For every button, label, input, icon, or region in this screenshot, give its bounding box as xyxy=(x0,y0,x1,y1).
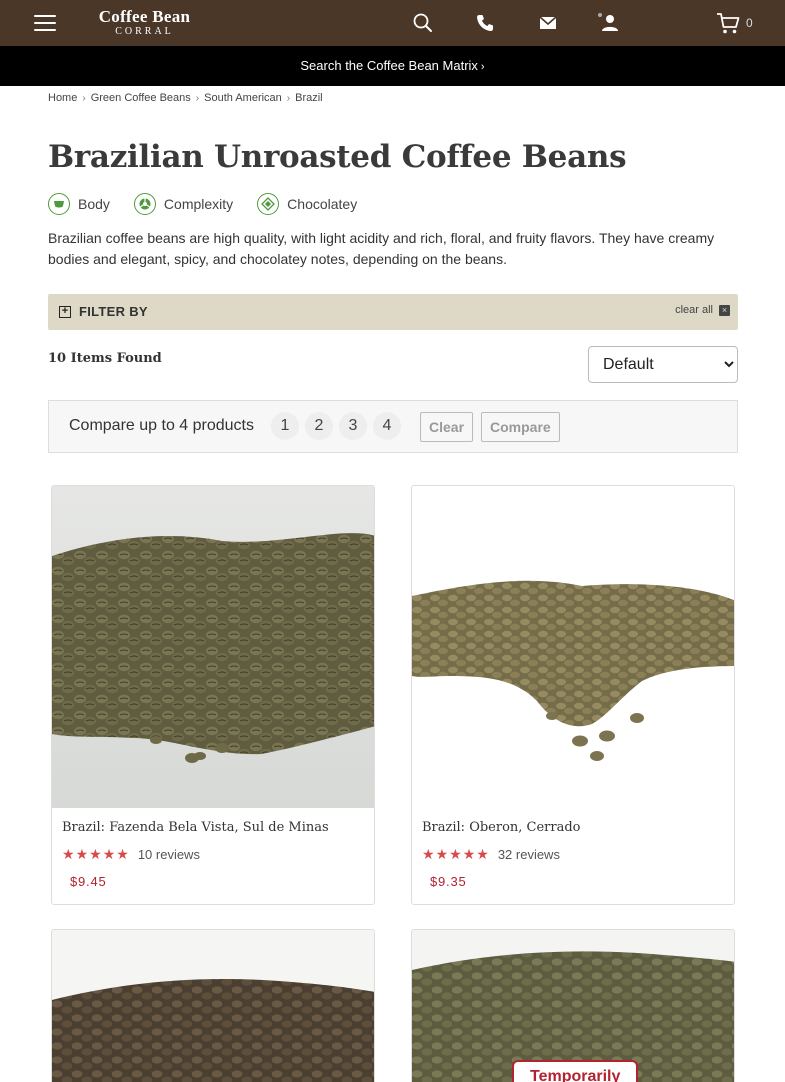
rating-stars: ★ ★ ★ ★ ★ 32 reviews xyxy=(422,846,560,863)
mail-icon[interactable] xyxy=(537,12,559,34)
product-card[interactable]: Brazil: Fazenda Bela Vista, Sul de Minas… xyxy=(51,485,375,905)
chevron-right-icon: › xyxy=(82,92,86,104)
product-price: $9.45 xyxy=(70,874,107,889)
review-count[interactable]: 32 reviews xyxy=(498,847,560,862)
flavor-chocolatey: Chocolatey xyxy=(257,193,357,215)
product-card[interactable]: Brazil: Oberon, Cerrado ★ ★ ★ ★ ★ 32 reviews… xyxy=(411,485,735,905)
product-name[interactable]: Brazil: Fazenda Bela Vista, Sul de Minas xyxy=(62,820,329,835)
matrix-label: Search the Coffee Bean Matrix xyxy=(300,58,478,73)
star-icon: ★ xyxy=(116,846,129,862)
star-icon: ★ xyxy=(476,846,489,862)
star-icon: ★ xyxy=(89,846,102,862)
review-count[interactable]: 10 reviews xyxy=(138,847,200,862)
cup-icon xyxy=(48,193,70,215)
green-beans-image xyxy=(412,486,734,808)
clear-all-filters[interactable]: clear all × xyxy=(675,304,730,316)
clear-all-label: clear all xyxy=(675,304,713,316)
close-icon: × xyxy=(719,304,730,316)
stock-status-badge: Temporarily xyxy=(512,1060,639,1082)
chevron-right-icon: › xyxy=(195,92,200,104)
green-beans-image xyxy=(52,930,374,1082)
compare-slot-3[interactable]: 3 xyxy=(339,412,367,440)
product-name[interactable]: Brazil: Oberon, Cerrado xyxy=(422,820,581,835)
flavor-body: Body xyxy=(48,193,110,215)
product-image[interactable] xyxy=(52,486,374,808)
product-image[interactable]: Temporarily xyxy=(412,930,734,1082)
compare-slot-1[interactable]: 1 xyxy=(271,412,299,440)
compare-slot-2[interactable]: 2 xyxy=(305,412,333,440)
compare-panel: Compare up to 4 products 1 2 3 4 Clear C… xyxy=(48,400,738,453)
coffee-matrix-link[interactable]: Search the Coffee Bean Matrix › xyxy=(0,46,785,86)
sort-select[interactable]: Default xyxy=(588,346,738,383)
star-icon: ★ xyxy=(435,846,449,862)
chevron-right-icon: › xyxy=(286,92,291,104)
product-card[interactable] xyxy=(51,929,375,1082)
flavor-label: Complexity xyxy=(163,196,234,212)
star-icon: ★ xyxy=(102,846,116,862)
product-price: $9.35 xyxy=(430,874,467,889)
logo-text: Coffee Bean xyxy=(98,7,191,26)
breadcrumb: Home › Green Coffee Beans › South Americ… xyxy=(48,92,323,104)
flavor-label: Chocolatey xyxy=(287,196,358,212)
cart-icon[interactable] xyxy=(715,10,741,36)
items-found-count: 10 Items Found xyxy=(48,351,162,366)
filter-bar[interactable]: + FILTER BY clear all × xyxy=(48,294,738,330)
star-icon: ★ xyxy=(75,846,89,862)
phone-icon[interactable] xyxy=(474,12,496,34)
product-image[interactable] xyxy=(412,486,734,808)
search-icon[interactable] xyxy=(412,12,434,34)
breadcrumb-brazil[interactable]: Brazil xyxy=(295,92,323,104)
account-icon[interactable] xyxy=(597,12,619,34)
breadcrumb-south-american[interactable]: South American xyxy=(204,92,282,104)
star-icon: ★ xyxy=(449,846,462,862)
product-image[interactable] xyxy=(52,930,374,1082)
compare-text: Compare up to 4 products xyxy=(69,417,254,434)
compare-slot-4[interactable]: 4 xyxy=(373,412,401,440)
product-card[interactable]: Temporarily xyxy=(411,929,735,1082)
category-description: Brazilian coffee beans are high quality,… xyxy=(48,230,715,267)
chocolate-icon xyxy=(257,193,280,215)
chevron-right-icon: › xyxy=(480,61,485,73)
site-header: Coffee Bean CORRAL 0 xyxy=(0,0,785,46)
flavor-profile: Body Complexity Chocolatey xyxy=(48,193,381,215)
star-icon: ★ xyxy=(62,846,75,862)
cart-count: 0 xyxy=(746,16,753,30)
site-logo[interactable]: Coffee Bean CORRAL xyxy=(92,8,197,37)
compare-clear-button[interactable]: Clear xyxy=(420,412,474,442)
filter-label: FILTER BY xyxy=(79,304,148,319)
breadcrumb-home[interactable]: Home xyxy=(48,92,77,104)
breadcrumb-green-coffee-beans[interactable]: Green Coffee Beans xyxy=(91,92,191,104)
star-icon: ★ xyxy=(422,846,435,862)
page-title: Brazilian Unroasted Coffee Beans xyxy=(48,139,627,175)
complexity-icon xyxy=(133,193,156,215)
star-icon: ★ xyxy=(462,846,476,862)
green-beans-image xyxy=(52,486,374,808)
flavor-complexity: Complexity xyxy=(133,193,234,215)
expand-plus-icon[interactable]: + xyxy=(59,306,71,318)
flavor-label: Body xyxy=(78,196,110,212)
compare-button[interactable]: Compare xyxy=(481,412,560,442)
logo-subtext: CORRAL xyxy=(115,26,174,37)
rating-stars: ★ ★ ★ ★ ★ 10 reviews xyxy=(62,846,200,863)
menu-icon[interactable] xyxy=(34,13,56,33)
